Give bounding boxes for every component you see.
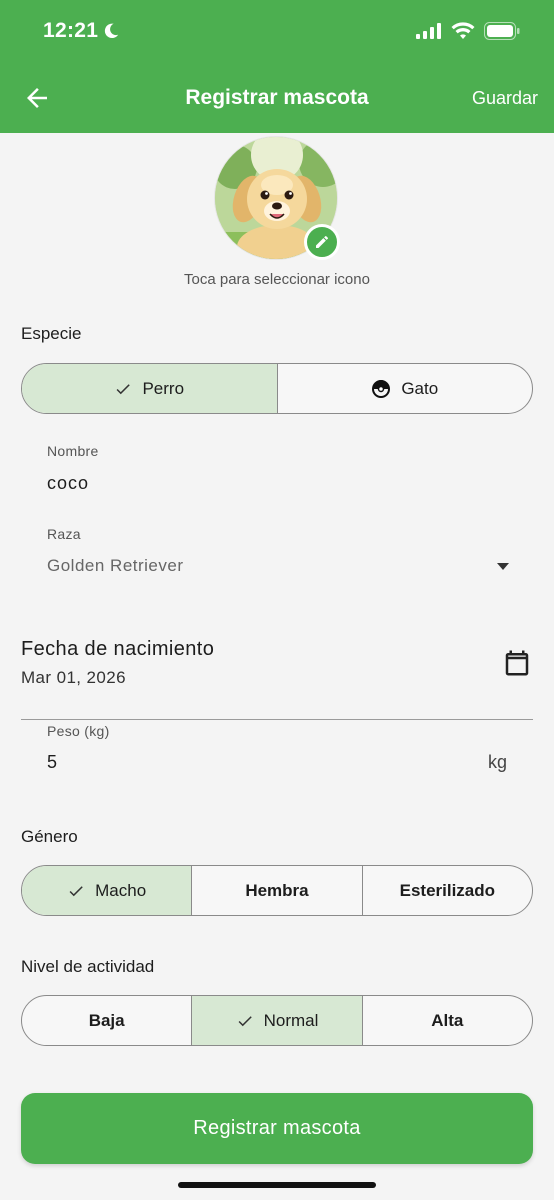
- activity-option-label: Normal: [263, 1010, 319, 1030]
- weight-input[interactable]: 5: [47, 752, 447, 773]
- check-icon: [117, 383, 131, 394]
- gender-option-neutered[interactable]: Esterilizado: [361, 866, 532, 915]
- battery-icon: [484, 22, 520, 40]
- activity-option-normal[interactable]: Normal: [191, 996, 362, 1045]
- breed-select[interactable]: Golden Retriever: [47, 556, 487, 576]
- activity-label: Nivel de actividad: [21, 957, 155, 976]
- calendar-button[interactable]: [502, 648, 532, 678]
- wifi-icon: [451, 22, 475, 39]
- status-icons: [416, 22, 520, 40]
- gender-option-female[interactable]: Hembra: [191, 866, 361, 915]
- gender-option-label: Macho: [95, 880, 147, 900]
- activity-segmented-control: Baja Normal Alta: [21, 995, 533, 1046]
- species-option-dog[interactable]: Perro: [22, 364, 277, 413]
- species-option-label: Gato: [401, 378, 439, 398]
- pet-avatar-picker[interactable]: [214, 136, 340, 262]
- activity-option-label: Baja: [88, 1010, 125, 1030]
- clock-text: 12:21: [43, 19, 99, 42]
- signal-icon: [416, 23, 441, 39]
- species-label: Especie: [21, 324, 82, 343]
- check-icon: [238, 1015, 252, 1026]
- edit-avatar-button[interactable]: [304, 224, 340, 260]
- activity-option-label: Alta: [431, 1010, 464, 1030]
- activity-option-low[interactable]: Baja: [22, 996, 191, 1045]
- name-input[interactable]: coco: [47, 473, 507, 494]
- cat-icon: [372, 379, 391, 398]
- species-option-cat[interactable]: Gato: [276, 364, 533, 413]
- save-button[interactable]: Guardar: [472, 88, 538, 109]
- activity-option-high[interactable]: Alta: [361, 996, 532, 1045]
- register-pet-button[interactable]: Registrar mascota: [21, 1093, 533, 1164]
- breed-field-label: Raza: [47, 526, 81, 542]
- birth-date-value[interactable]: Mar 01, 2026: [21, 668, 126, 688]
- weight-field-label: Peso (kg): [47, 723, 110, 739]
- moon-icon: [105, 23, 119, 39]
- name-field-label: Nombre: [47, 443, 99, 459]
- page-title: Registrar mascota: [185, 86, 369, 109]
- pencil-icon: [316, 235, 329, 248]
- date-divider: [21, 719, 533, 720]
- birth-date-label: Fecha de nacimiento: [21, 638, 215, 660]
- gender-segmented-control: Macho Hembra Esterilizado: [21, 865, 533, 916]
- calendar-icon: [505, 650, 529, 676]
- gender-label: Género: [21, 827, 78, 846]
- species-option-label: Perro: [142, 378, 185, 398]
- species-segmented-control: Perro Gato: [21, 363, 533, 414]
- app-bar: 12:21 Registrar mascota Guardar: [0, 0, 554, 133]
- gender-option-male[interactable]: Macho: [22, 866, 192, 915]
- home-indicator[interactable]: [178, 1182, 376, 1188]
- avatar-hint: Toca para seleccionar icono: [184, 271, 370, 288]
- weight-unit: kg: [487, 752, 507, 772]
- check-icon: [69, 885, 83, 896]
- gender-option-label: Esterilizado: [399, 880, 496, 900]
- status-time: 12:21: [43, 19, 120, 43]
- gender-option-label: Hembra: [245, 880, 309, 900]
- caret-down-icon[interactable]: [496, 561, 510, 571]
